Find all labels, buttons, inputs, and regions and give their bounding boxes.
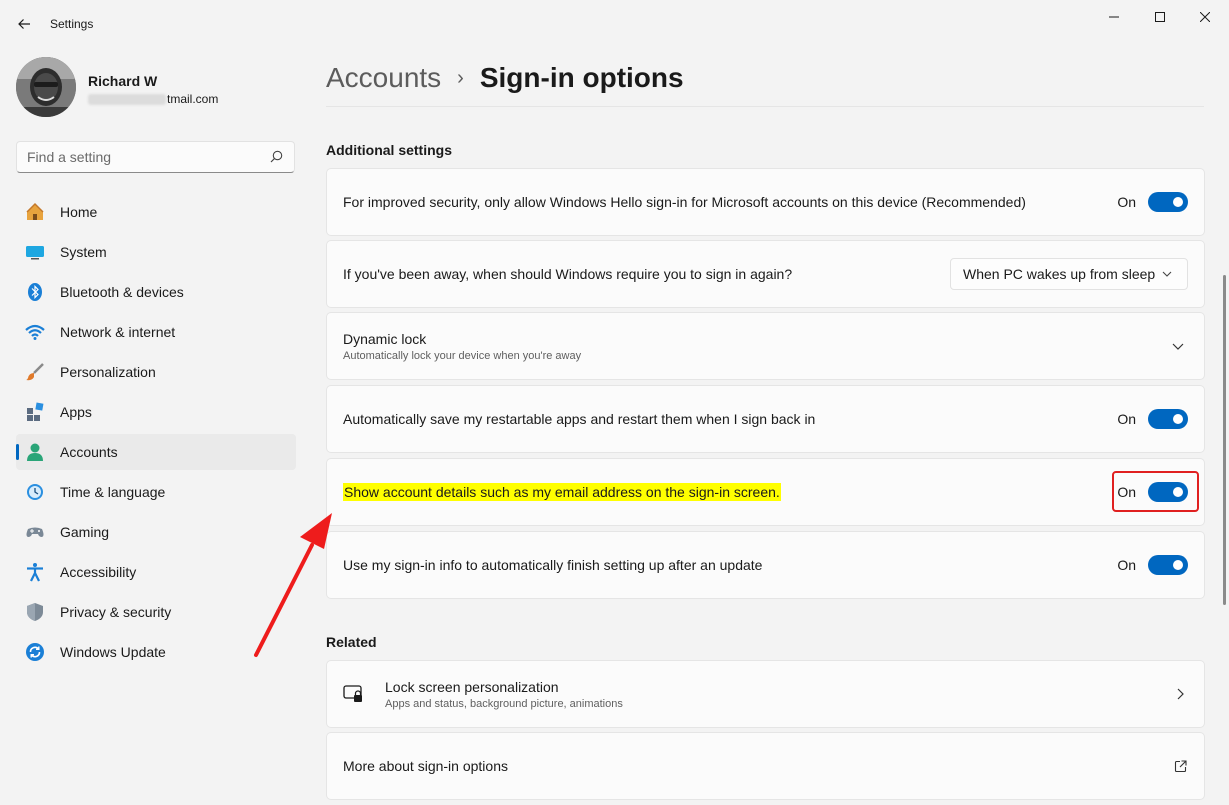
setting-dynamic-lock[interactable]: Dynamic lock Automatically lock your dev…: [326, 312, 1205, 380]
system-icon: [24, 241, 46, 263]
close-button[interactable]: [1187, 4, 1223, 30]
sidebar-item-label: Accessibility: [60, 564, 137, 580]
maximize-icon: [1155, 12, 1165, 22]
setting-restart-apps: Automatically save my restartable apps a…: [326, 385, 1205, 453]
update-icon: [24, 641, 46, 663]
sidebar-item-label: Windows Update: [60, 644, 166, 660]
sidebar-item-label: System: [60, 244, 107, 260]
clock-icon: [24, 481, 46, 503]
highlighted-text: Show account details such as my email ad…: [343, 483, 781, 501]
sidebar-item-label: Privacy & security: [60, 604, 172, 620]
dropdown-value: When PC wakes up from sleep: [963, 266, 1156, 282]
bluetooth-icon: [24, 281, 46, 303]
toggle-state-label: On: [1117, 557, 1136, 573]
dynamic-lock-text: Dynamic lock Automatically lock your dev…: [343, 331, 1170, 362]
user-profile[interactable]: Richard W tmail.com: [16, 57, 296, 117]
sidebar-item-label: Bluetooth & devices: [60, 284, 184, 300]
toggle-switch[interactable]: [1148, 192, 1188, 212]
sidebar-item-personalization[interactable]: Personalization: [16, 354, 296, 390]
related-description: Apps and status, background picture, ani…: [385, 697, 623, 710]
redacted-email-prefix: [88, 93, 166, 105]
related-label: More about sign-in options: [343, 758, 508, 774]
setting-hello-only: For improved security, only allow Window…: [326, 168, 1205, 236]
search-icon: [270, 150, 284, 164]
sidebar-item-label: Home: [60, 204, 98, 220]
setting-description: Automatically lock your device when you'…: [343, 349, 582, 362]
setting-label: Show account details such as my email ad…: [343, 483, 1117, 501]
close-icon: [1200, 12, 1210, 22]
sidebar-item-label: Network & internet: [60, 324, 176, 340]
sidebar-item-label: Gaming: [60, 524, 110, 540]
toggle-knob: [1173, 197, 1183, 207]
accessibility-icon: [24, 561, 46, 583]
breadcrumb: Accounts › Sign-in options: [326, 58, 684, 98]
lock-screen-icon: [343, 683, 365, 705]
avatar: [16, 57, 76, 117]
sidebar-item-accounts[interactable]: Accounts: [16, 434, 296, 470]
sidebar-item-label: Time & language: [60, 484, 166, 500]
toggle-state-label: On: [1117, 194, 1136, 210]
related-more-about[interactable]: More about sign-in options: [326, 732, 1205, 800]
restart-apps-toggle[interactable]: On: [1117, 409, 1188, 429]
toggle-switch[interactable]: [1148, 555, 1188, 575]
wifi-icon: [24, 321, 46, 343]
back-arrow-icon: [18, 19, 30, 29]
minimize-button[interactable]: [1096, 4, 1132, 30]
require-signin-dropdown[interactable]: When PC wakes up from sleep: [950, 258, 1188, 290]
chevron-right-icon: [1172, 686, 1188, 702]
app-title: Settings: [50, 17, 94, 31]
sidebar-item-label: Accounts: [60, 444, 118, 460]
breadcrumb-separator: ›: [457, 66, 464, 89]
toggle-state-label: On: [1117, 411, 1136, 427]
setting-account-details: Show account details such as my email ad…: [326, 458, 1205, 526]
section-title-additional: Additional settings: [326, 142, 452, 158]
setting-signin-info: Use my sign-in info to automatically fin…: [326, 531, 1205, 599]
setting-label: Dynamic lock: [343, 330, 427, 347]
setting-label: If you've been away, when should Windows…: [343, 266, 793, 282]
sidebar-item-label: Apps: [60, 404, 92, 420]
sidebar-item-home[interactable]: Home: [16, 194, 296, 230]
title-bar: Settings: [0, 0, 1229, 48]
breadcrumb-parent-link[interactable]: Accounts: [326, 62, 441, 94]
setting-label: For improved security, only allow Window…: [343, 194, 1026, 210]
sidebar-item-label: Personalization: [60, 364, 156, 380]
external-link-icon: [1172, 758, 1188, 774]
signin-info-toggle[interactable]: On: [1117, 555, 1188, 575]
toggle-knob: [1173, 560, 1183, 570]
accounts-icon: [24, 441, 46, 463]
minimize-icon: [1109, 16, 1119, 18]
annotation-arrow-icon: [254, 513, 332, 657]
profile-name: Richard W: [88, 73, 158, 89]
hello-only-toggle[interactable]: On: [1117, 192, 1188, 212]
sidebar-item-bluetooth[interactable]: Bluetooth & devices: [16, 274, 296, 310]
related-lock-screen[interactable]: Lock screen personalization Apps and sta…: [326, 660, 1205, 728]
apps-icon: [24, 401, 46, 423]
search-input[interactable]: Find a setting: [16, 141, 295, 173]
sidebar-item-apps[interactable]: Apps: [16, 394, 296, 430]
maximize-button[interactable]: [1142, 4, 1178, 30]
setting-label: Use my sign-in info to automatically fin…: [343, 557, 763, 573]
profile-email: tmail.com: [88, 92, 218, 106]
home-icon: [24, 201, 46, 223]
search-placeholder: Find a setting: [27, 149, 112, 165]
sidebar-item-system[interactable]: System: [16, 234, 296, 270]
sidebar-item-network[interactable]: Network & internet: [16, 314, 296, 350]
chevron-down-icon[interactable]: [1170, 338, 1186, 354]
lock-screen-text: Lock screen personalization Apps and sta…: [385, 679, 1172, 710]
toggle-knob: [1173, 414, 1183, 424]
chevron-down-icon: [1159, 266, 1175, 282]
brush-icon: [24, 361, 46, 383]
toggle-switch[interactable]: [1148, 409, 1188, 429]
profile-email-domain: tmail.com: [167, 92, 219, 106]
gamepad-icon: [24, 521, 46, 543]
related-label: Lock screen personalization: [385, 678, 559, 695]
annotation-highlight-box: [1112, 471, 1199, 512]
setting-label: Automatically save my restartable apps a…: [343, 411, 816, 427]
setting-require-signin: If you've been away, when should Windows…: [326, 240, 1205, 308]
page-title: Sign-in options: [479, 62, 684, 93]
header-divider: [326, 106, 1204, 107]
scrollbar-thumb[interactable]: [1223, 275, 1226, 605]
shield-icon: [24, 601, 46, 623]
back-button[interactable]: [12, 10, 36, 38]
